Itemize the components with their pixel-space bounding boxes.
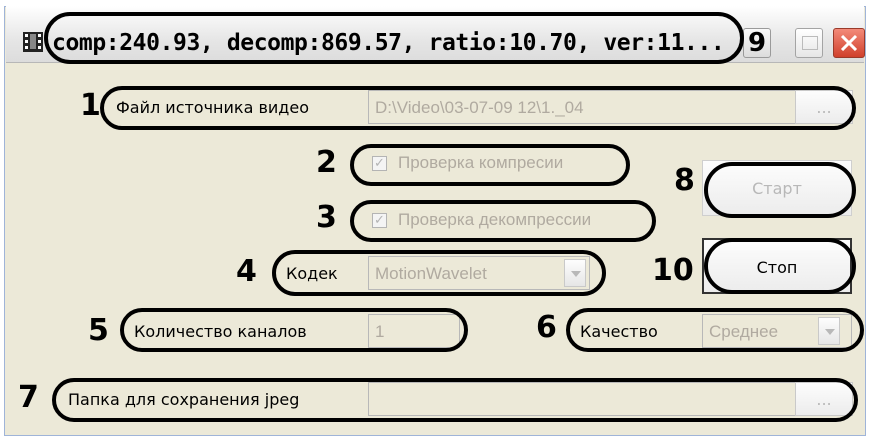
title-bar: comp:240.93, decomp:869.57, ratio:10.70,… <box>6 6 865 63</box>
decompression-check-label: Проверка декомпрессии <box>398 210 592 229</box>
start-button[interactable]: Старт <box>702 160 852 216</box>
close-button[interactable] <box>833 28 865 58</box>
compression-checkbox[interactable]: ✓ <box>372 156 387 171</box>
video-source-browse-button[interactable]: ... <box>795 90 853 124</box>
codec-label: Кодек <box>286 264 338 283</box>
film-icon <box>23 32 43 52</box>
channels-input[interactable]: 1 <box>368 314 460 348</box>
video-source-field[interactable]: D:\Video\03-07-09 12\1._04 <box>368 90 796 124</box>
stop-button[interactable]: Стоп <box>702 238 852 294</box>
video-source-label: Файл источника видео <box>116 98 309 117</box>
jpeg-folder-field[interactable] <box>368 382 796 416</box>
callout-number: 3 <box>316 200 337 235</box>
callout-number: 4 <box>236 254 257 289</box>
callout-number: 6 <box>536 310 557 345</box>
channels-label: Количество каналов <box>134 322 307 341</box>
chevron-down-icon[interactable] <box>818 317 840 345</box>
quality-label: Качество <box>580 322 658 341</box>
codec-select[interactable]: MotionWavelet <box>368 256 590 290</box>
close-icon <box>840 35 858 51</box>
maximize-button[interactable] <box>795 28 823 58</box>
callout-number: 10 <box>652 253 694 288</box>
jpeg-folder-label: Папка для сохранения jpeg <box>68 390 300 409</box>
jpeg-folder-browse-button[interactable]: ... <box>795 382 853 416</box>
chevron-down-icon[interactable] <box>564 259 586 287</box>
callout-number: 2 <box>316 145 337 180</box>
callout-number: 8 <box>674 163 695 198</box>
callout-number: 7 <box>18 380 39 415</box>
callout-number: 1 <box>80 88 101 123</box>
decompression-checkbox[interactable]: ✓ <box>372 213 387 228</box>
window-title: comp:240.93, decomp:869.57, ratio:10.70,… <box>52 30 725 56</box>
help-button[interactable]: 9 <box>743 28 771 58</box>
compression-check-label: Проверка компресии <box>398 153 564 172</box>
callout-number: 5 <box>88 313 109 348</box>
